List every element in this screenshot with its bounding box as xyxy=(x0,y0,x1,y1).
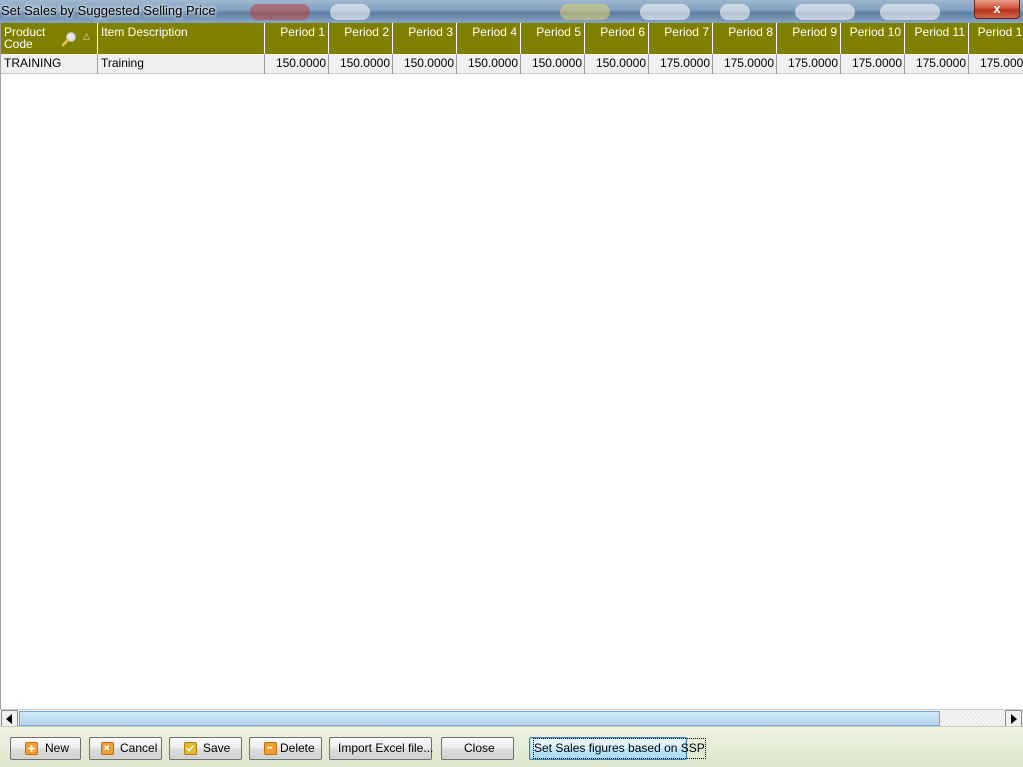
cell-period-12[interactable]: 175.0000 xyxy=(969,54,1023,74)
column-header-period-5[interactable]: Period 5 xyxy=(521,23,585,54)
horizontal-scrollbar[interactable] xyxy=(0,709,1023,727)
delete-button-label: Delete xyxy=(280,741,315,755)
close-button[interactable]: Close xyxy=(441,737,514,760)
set-sales-ssp-button-label: Set Sales figures based on SSP xyxy=(533,738,706,759)
title-bar-decoration xyxy=(250,4,310,20)
checkmark-icon xyxy=(184,742,197,755)
cell-period-2[interactable]: 150.0000 xyxy=(329,54,393,74)
window-title: Set Sales by Suggested Selling Price xyxy=(1,3,216,18)
title-bar-decoration xyxy=(330,4,370,20)
new-button[interactable]: New xyxy=(10,737,81,760)
cell-period-8[interactable]: 175.0000 xyxy=(713,54,777,74)
close-icon: x xyxy=(993,1,1001,16)
cell-period-6[interactable]: 150.0000 xyxy=(585,54,649,74)
cell-period-7[interactable]: 175.0000 xyxy=(649,54,713,74)
save-button[interactable]: Save xyxy=(169,737,242,760)
cancel-icon xyxy=(101,742,114,755)
cell-period-11[interactable]: 175.0000 xyxy=(905,54,969,74)
new-button-label: New xyxy=(45,741,70,755)
cell-period-4[interactable]: 150.0000 xyxy=(457,54,521,74)
scrollbar-thumb[interactable] xyxy=(19,711,940,726)
column-header-period-9[interactable]: Period 9 xyxy=(777,23,841,54)
grid-header-row: Product Code △ Item Description Period 1… xyxy=(1,23,1023,54)
cell-period-5[interactable]: 150.0000 xyxy=(521,54,585,74)
column-header-period-1[interactable]: Period 1 xyxy=(265,23,329,54)
column-header-period-12[interactable]: Period 12 xyxy=(969,23,1023,54)
set-sales-ssp-button[interactable]: Set Sales figures based on SSP xyxy=(529,737,706,760)
import-excel-button[interactable]: Import Excel file... xyxy=(329,737,434,760)
title-bar-decoration xyxy=(880,4,940,20)
column-header-product-code[interactable]: Product Code △ xyxy=(1,23,98,54)
cell-item-description[interactable]: Training xyxy=(98,54,265,74)
search-icon[interactable] xyxy=(61,31,77,47)
column-header-period-3[interactable]: Period 3 xyxy=(393,23,457,54)
cancel-button[interactable]: Cancel xyxy=(89,737,162,760)
arrow-right-icon xyxy=(1011,714,1017,724)
sort-ascending-icon[interactable]: △ xyxy=(83,30,90,42)
minus-icon xyxy=(264,742,277,755)
column-header-period-6[interactable]: Period 6 xyxy=(585,23,649,54)
scroll-left-button[interactable] xyxy=(1,710,18,727)
cancel-button-label: Cancel xyxy=(120,741,158,755)
title-bar-decoration xyxy=(640,4,690,20)
title-bar-decoration xyxy=(795,4,855,20)
column-header-period-11[interactable]: Period 11 xyxy=(905,23,969,54)
table-row[interactable]: TRAINING Training 150.0000 150.0000 150.… xyxy=(1,54,1023,74)
save-button-label: Save xyxy=(203,741,231,755)
scroll-right-button[interactable] xyxy=(1005,710,1022,727)
cell-period-10[interactable]: 175.0000 xyxy=(841,54,905,74)
column-header-period-10[interactable]: Period 10 xyxy=(841,23,905,54)
scrollbar-track[interactable] xyxy=(941,711,1004,726)
cell-period-3[interactable]: 150.0000 xyxy=(393,54,457,74)
import-excel-button-label: Import Excel file... xyxy=(338,741,434,755)
cell-period-1[interactable]: 150.0000 xyxy=(265,54,329,74)
sales-grid: Product Code △ Item Description Period 1… xyxy=(0,23,1023,709)
title-bar-decoration xyxy=(720,4,750,20)
close-button-label: Close xyxy=(464,741,495,755)
title-bar-decoration xyxy=(560,4,610,20)
arrow-left-icon xyxy=(6,714,12,724)
column-header-period-2[interactable]: Period 2 xyxy=(329,23,393,54)
bottom-toolbar: New Cancel Save Delete Import Excel file… xyxy=(0,726,1023,767)
column-header-period-8[interactable]: Period 8 xyxy=(713,23,777,54)
cell-period-9[interactable]: 175.0000 xyxy=(777,54,841,74)
column-header-label: Code xyxy=(4,37,33,51)
column-header-period-4[interactable]: Period 4 xyxy=(457,23,521,54)
window-close-button[interactable]: x xyxy=(974,0,1020,19)
delete-button[interactable]: Delete xyxy=(249,737,322,760)
add-icon xyxy=(25,742,38,755)
column-header-item-description[interactable]: Item Description xyxy=(98,23,265,54)
column-header-period-7[interactable]: Period 7 xyxy=(649,23,713,54)
cell-product-code[interactable]: TRAINING xyxy=(1,54,98,74)
title-bar: Set Sales by Suggested Selling Price x xyxy=(0,0,1023,23)
